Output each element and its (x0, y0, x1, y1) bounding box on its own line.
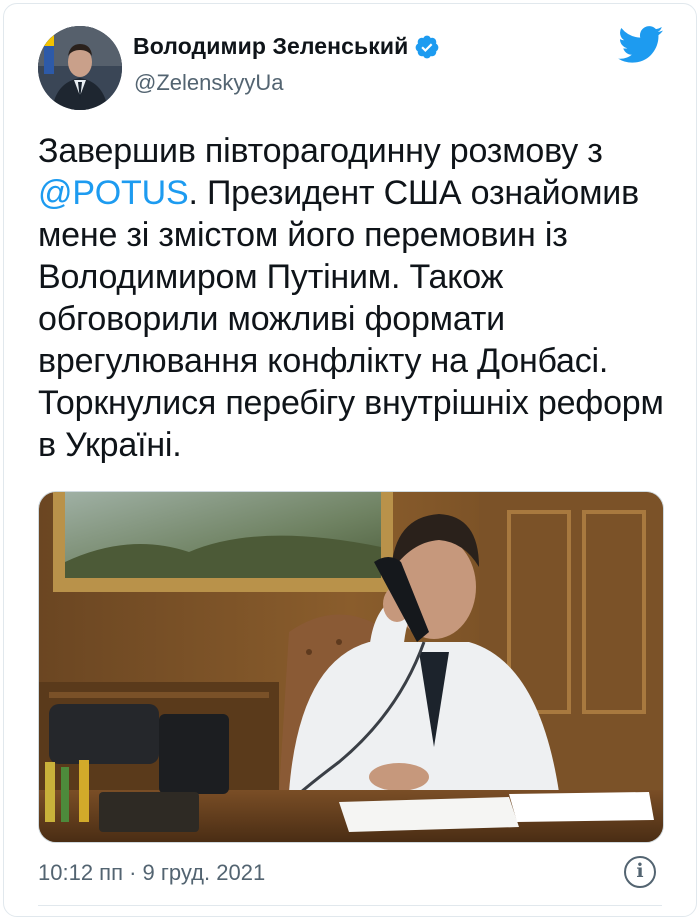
info-icon[interactable]: i (624, 856, 656, 888)
tweet-text-body: . Президент США ознайомив мене зі змісто… (38, 174, 664, 464)
twitter-bird-icon[interactable] (618, 26, 664, 64)
author-display-name[interactable]: Володимир Зеленський (133, 33, 408, 60)
tweet-timestamp[interactable]: 10:12 пп · 9 груд. 2021 (38, 860, 265, 886)
verified-badge-icon (416, 35, 439, 58)
divider (38, 905, 662, 906)
mention-link-potus[interactable]: @POTUS (38, 174, 189, 212)
author-avatar[interactable] (38, 26, 122, 110)
tweet-text: Завершив півторагодинну розмову з @POTUS… (38, 130, 668, 466)
photo-office-phone-call (39, 492, 663, 842)
author-name-row[interactable]: Володимир Зеленський (133, 33, 440, 60)
tweet-text-intro: Завершив півторагодинну розмову з (38, 132, 603, 170)
tweet-photo[interactable] (38, 491, 664, 843)
author-handle[interactable]: @ZelenskyyUa (134, 70, 284, 96)
avatar-photo (38, 26, 122, 110)
